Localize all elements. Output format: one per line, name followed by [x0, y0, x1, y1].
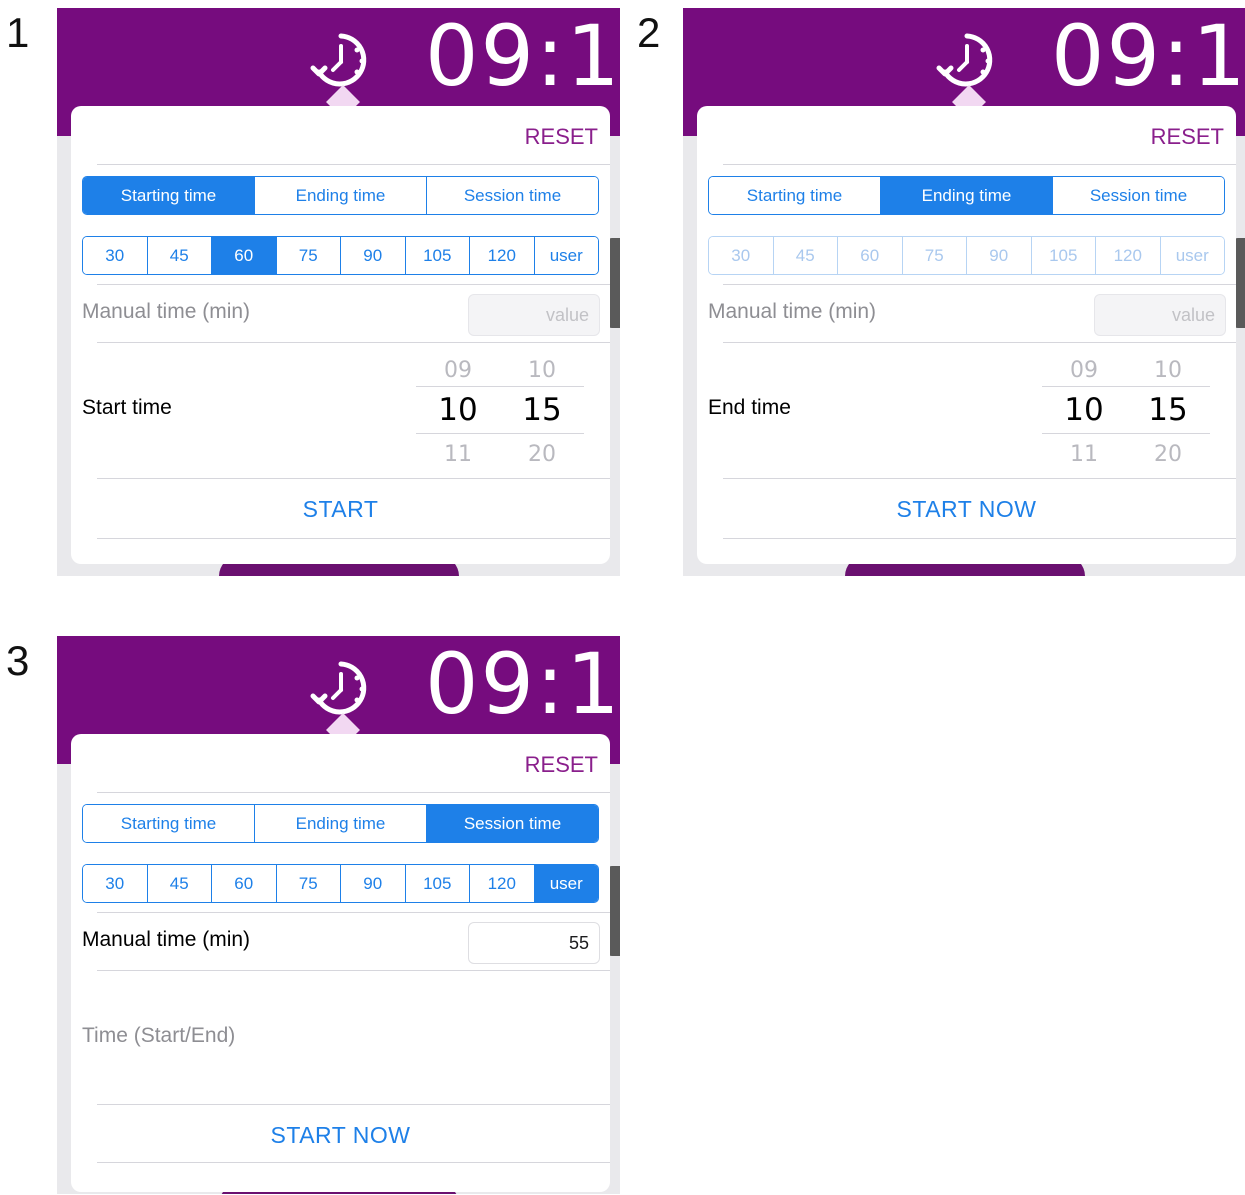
screenshot-panel-3: 09:10 RESET Starting time Ending time Se… — [57, 636, 620, 1194]
stopwatch-icon[interactable] — [935, 28, 999, 92]
mode-segmented-control: Starting time Ending time Session time — [82, 176, 599, 215]
clock-time: 09:10 — [425, 8, 620, 105]
timer-popover: RESET Starting time Ending time Session … — [71, 734, 610, 1192]
reset-button[interactable]: RESET — [525, 752, 598, 778]
segment-ending-time[interactable]: Ending time — [254, 805, 426, 842]
end-time-label: End time — [708, 396, 791, 419]
panel-number: 2 — [637, 9, 661, 56]
divider — [97, 342, 610, 343]
panel-number: 1 — [6, 9, 30, 56]
divider — [97, 1162, 610, 1163]
duration-30: 30 — [709, 237, 773, 274]
start-time-label: Start time — [82, 396, 172, 419]
duration-user: user — [1159, 237, 1224, 274]
reset-button[interactable]: RESET — [1151, 124, 1224, 150]
picker-minute-below[interactable]: 20 — [510, 442, 574, 467]
divider — [97, 164, 610, 165]
duration-105[interactable]: 105 — [404, 865, 469, 902]
picker-hour-selected[interactable]: 10 — [426, 392, 490, 428]
segment-session-time[interactable]: Session time — [426, 805, 598, 842]
duration-90[interactable]: 90 — [340, 237, 405, 274]
time-picker[interactable]: 09 10 10 15 11 20 — [1042, 354, 1210, 472]
start-now-button[interactable]: START NOW — [71, 1122, 610, 1149]
duration-user[interactable]: user — [533, 237, 598, 274]
stopwatch-icon[interactable] — [309, 28, 373, 92]
segment-session-time[interactable]: Session time — [426, 177, 598, 214]
duration-segmented-control: 30 45 60 75 90 105 120 user — [708, 236, 1225, 275]
divider — [723, 478, 1236, 479]
divider — [97, 538, 610, 539]
divider — [97, 478, 610, 479]
divider — [97, 792, 610, 793]
duration-45[interactable]: 45 — [146, 865, 211, 902]
segment-starting-time[interactable]: Starting time — [709, 177, 880, 214]
picker-hour-above[interactable]: 09 — [426, 358, 490, 383]
manual-time-input[interactable]: 55 — [468, 922, 600, 964]
picker-minute-above[interactable]: 10 — [1136, 358, 1200, 383]
duration-60[interactable]: 60 — [211, 237, 276, 274]
duration-segmented-control: 30 45 60 75 90 105 120 user — [82, 864, 599, 903]
picker-minute-selected[interactable]: 15 — [1136, 392, 1200, 428]
segment-ending-time[interactable]: Ending time — [254, 177, 426, 214]
duration-30[interactable]: 30 — [83, 865, 147, 902]
duration-60: 60 — [837, 237, 902, 274]
divider — [97, 912, 610, 913]
time-picker[interactable]: 09 10 10 15 11 20 — [416, 354, 584, 472]
picker-minute-above[interactable]: 10 — [510, 358, 574, 383]
reset-button[interactable]: RESET — [525, 124, 598, 150]
duration-75: 75 — [901, 237, 966, 274]
screenshot-panel-1: 09:10 RESET Starting time Ending time Se… — [57, 8, 620, 576]
picker-minute-selected[interactable]: 15 — [510, 392, 574, 428]
clock-time: 09:10 — [425, 636, 620, 733]
manual-time-input: value — [1094, 294, 1226, 336]
manual-time-label: Manual time (min) — [82, 300, 251, 323]
start-now-button[interactable]: START NOW — [697, 496, 1236, 523]
duration-90: 90 — [966, 237, 1031, 274]
clock-time: 09:10 — [1051, 8, 1245, 105]
divider — [723, 342, 1236, 343]
divider — [723, 538, 1236, 539]
duration-45[interactable]: 45 — [146, 237, 211, 274]
panel-number: 3 — [6, 637, 30, 684]
segment-starting-time[interactable]: Starting time — [83, 177, 254, 214]
duration-user[interactable]: user — [533, 865, 598, 902]
time-start-end-label: Time (Start/End) — [82, 1024, 236, 1047]
duration-75[interactable]: 75 — [275, 865, 340, 902]
timer-popover: RESET Starting time Ending time Session … — [697, 106, 1236, 564]
picker-hour-selected[interactable]: 10 — [1052, 392, 1116, 428]
picker-minute-below[interactable]: 20 — [1136, 442, 1200, 467]
divider — [97, 284, 610, 285]
manual-time-input[interactable]: value — [468, 294, 600, 336]
duration-105: 105 — [1030, 237, 1095, 274]
stopwatch-icon[interactable] — [309, 656, 373, 720]
duration-120[interactable]: 120 — [469, 237, 534, 274]
duration-120: 120 — [1095, 237, 1160, 274]
duration-45: 45 — [772, 237, 837, 274]
start-button[interactable]: START — [71, 496, 610, 523]
segment-session-time[interactable]: Session time — [1052, 177, 1224, 214]
picker-hour-below[interactable]: 11 — [1052, 442, 1116, 467]
manual-time-label: Manual time (min) — [708, 300, 877, 323]
screenshot-panel-2: 09:10 RESET Starting time Ending time Se… — [683, 8, 1245, 576]
duration-30[interactable]: 30 — [83, 237, 147, 274]
manual-time-label: Manual time (min) — [82, 928, 251, 951]
duration-120[interactable]: 120 — [469, 865, 534, 902]
picker-hour-below[interactable]: 11 — [426, 442, 490, 467]
segment-ending-time[interactable]: Ending time — [880, 177, 1052, 214]
picker-hour-above[interactable]: 09 — [1052, 358, 1116, 383]
timer-popover: RESET Starting time Ending time Session … — [71, 106, 610, 564]
duration-105[interactable]: 105 — [404, 237, 469, 274]
duration-segmented-control: 30 45 60 75 90 105 120 user — [82, 236, 599, 275]
divider — [97, 970, 610, 971]
duration-75[interactable]: 75 — [275, 237, 340, 274]
divider — [723, 284, 1236, 285]
mode-segmented-control: Starting time Ending time Session time — [82, 804, 599, 843]
divider — [97, 1104, 610, 1105]
mode-segmented-control: Starting time Ending time Session time — [708, 176, 1225, 215]
duration-60[interactable]: 60 — [211, 865, 276, 902]
segment-starting-time[interactable]: Starting time — [83, 805, 254, 842]
divider — [723, 164, 1236, 165]
duration-90[interactable]: 90 — [340, 865, 405, 902]
